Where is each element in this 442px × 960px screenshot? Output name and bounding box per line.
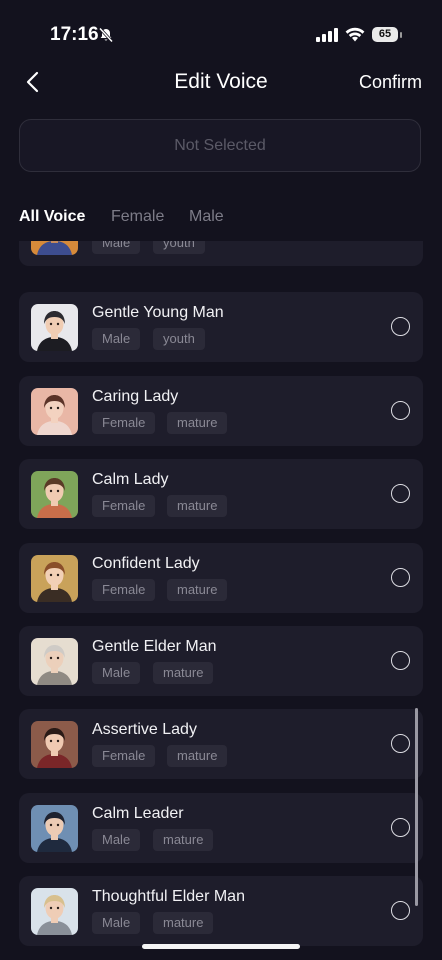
voice-card[interactable]: Assertive Lady Female mature <box>19 709 423 779</box>
voice-card[interactable]: Male youth <box>19 241 423 266</box>
voice-select-radio[interactable] <box>391 734 410 753</box>
gender-tag: Male <box>92 912 141 934</box>
voice-select-radio[interactable] <box>391 901 410 920</box>
gender-tag: Female <box>92 579 156 601</box>
voice-select-radio[interactable] <box>391 317 410 336</box>
age-tag: mature <box>167 495 228 517</box>
gender-tag: Female <box>92 495 156 517</box>
gender-tag: Male <box>92 241 141 254</box>
voice-select-radio[interactable] <box>391 484 410 503</box>
tab-female[interactable]: Female <box>111 208 164 226</box>
confirm-button[interactable]: Confirm <box>359 72 422 93</box>
voice-name: Caring Lady <box>92 388 179 405</box>
gender-tag: Female <box>92 412 156 434</box>
voice-avatar <box>31 241 78 255</box>
voice-avatar <box>31 805 78 852</box>
age-tag: mature <box>167 745 228 767</box>
voice-avatar <box>31 388 78 435</box>
status-time: 17:16 <box>50 24 99 45</box>
cellular-signal-icon <box>316 28 338 47</box>
nav-bar: Edit Voice Confirm <box>0 60 442 104</box>
tab-all-voice[interactable]: All Voice <box>19 208 85 226</box>
voice-avatar <box>31 555 78 602</box>
voice-name: Calm Leader <box>92 805 184 822</box>
age-tag: youth <box>153 241 205 254</box>
voice-card[interactable]: Calm Leader Male mature <box>19 793 423 863</box>
battery-level: 65 <box>372 27 398 42</box>
voice-card[interactable]: Confident Lady Female mature <box>19 543 423 613</box>
age-tag: mature <box>153 912 214 934</box>
wifi-icon <box>345 27 365 47</box>
voice-avatar <box>31 888 78 935</box>
voice-card[interactable]: Thoughtful Elder Man Male mature <box>19 876 423 946</box>
age-tag: mature <box>167 412 228 434</box>
voice-select-radio[interactable] <box>391 651 410 670</box>
voice-list[interactable]: Male youth Gentle Young Man Male youth Caring… <box>0 241 442 960</box>
home-indicator <box>142 944 300 949</box>
voice-select-radio[interactable] <box>391 818 410 837</box>
voice-card[interactable]: Gentle Elder Man Male mature <box>19 626 423 696</box>
voice-avatar <box>31 471 78 518</box>
voice-name: Thoughtful Elder Man <box>92 888 245 905</box>
age-tag: mature <box>167 579 228 601</box>
voice-avatar <box>31 304 78 351</box>
age-tag: mature <box>153 829 214 851</box>
voice-card[interactable]: Gentle Young Man Male youth <box>19 292 423 362</box>
voice-avatar <box>31 638 78 685</box>
voice-avatar <box>31 721 78 768</box>
gender-tag: Male <box>92 829 141 851</box>
selected-voice-field[interactable]: Not Selected <box>19 119 421 172</box>
voice-name: Gentle Elder Man <box>92 638 217 655</box>
age-tag: youth <box>153 328 205 350</box>
voice-card[interactable]: Calm Lady Female mature <box>19 459 423 529</box>
age-tag: mature <box>153 662 214 684</box>
voice-select-radio[interactable] <box>391 568 410 587</box>
tab-male[interactable]: Male <box>189 208 224 226</box>
voice-name: Assertive Lady <box>92 721 197 738</box>
gender-tag: Female <box>92 745 156 767</box>
voice-name: Gentle Young Man <box>92 304 224 321</box>
gender-tag: Male <box>92 662 141 684</box>
voice-card[interactable]: Caring Lady Female mature <box>19 376 423 446</box>
voice-name: Confident Lady <box>92 555 200 572</box>
bell-muted-icon <box>98 27 114 48</box>
scrollbar[interactable] <box>415 708 418 906</box>
voice-select-radio[interactable] <box>391 401 410 420</box>
voice-name: Calm Lady <box>92 471 169 488</box>
gender-tag: Male <box>92 328 141 350</box>
